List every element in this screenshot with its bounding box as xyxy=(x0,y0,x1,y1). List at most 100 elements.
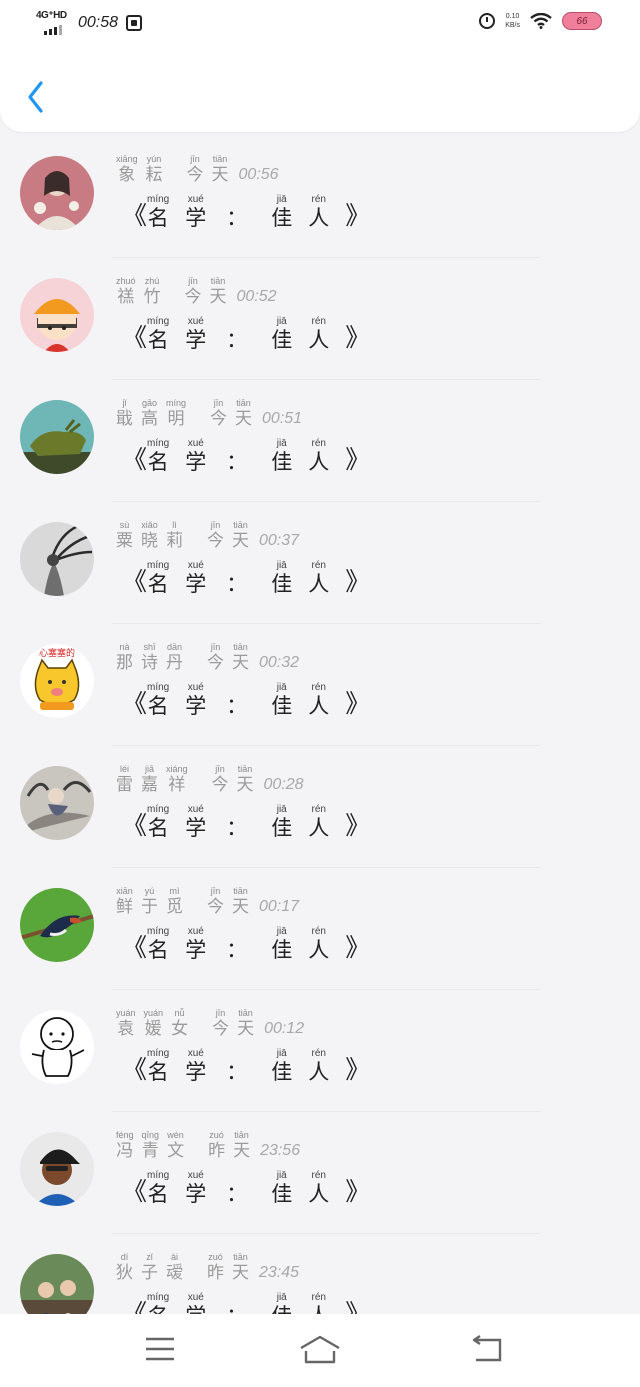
back-nav-button[interactable] xyxy=(470,1334,504,1368)
post-title[interactable]: 《míng名xué学：jiā佳rén人》 xyxy=(122,682,370,719)
title-char: míng名 xyxy=(147,316,169,353)
pinyin-annotation: rén xyxy=(311,560,326,571)
hanzi-char: 诗 xyxy=(141,653,158,673)
pinyin-annotation: dān xyxy=(166,642,183,652)
title-char: jiā佳 xyxy=(271,1292,292,1314)
pinyin-annotation: tiān xyxy=(233,642,248,652)
post-time: 00:32 xyxy=(259,654,300,671)
pinyin-annotation: gāo xyxy=(141,398,158,408)
post-title[interactable]: 《míng名xué学：jiā佳rén人》 xyxy=(122,438,370,475)
bronze-ox-statue-avatar[interactable] xyxy=(20,400,94,474)
title-char: míng名 xyxy=(147,804,169,841)
list-item[interactable]: xiān 鲜 yú 于 mì 觅 jīn 今 tiān 天 00:17 《 míng 名 xué 学 ： jiā 佳… xyxy=(0,868,640,990)
title-char: míng名 xyxy=(147,194,169,231)
hanzi-char: 名 xyxy=(147,328,169,352)
list-item[interactable]: zhuó 禚 zhú 竹 jīn 今 tiān 天 00:52 《 míng 名 xué 学 ： jiā 佳 ré… xyxy=(0,258,640,380)
page-header xyxy=(0,50,640,132)
pinyin-annotation: nà xyxy=(119,642,130,652)
chibi-maruko-avatar[interactable] xyxy=(20,278,94,352)
list-item[interactable]: yuán 袁 yuán 媛 nǚ 女 jīn 今 tiān 天 00:12 《 míng 名 xué 学： ji… xyxy=(0,990,640,1112)
item-meta: yuán 袁 yuán 媛 nǚ 女 jīn 今 tiān 天 00:12 xyxy=(116,1008,304,1039)
baby-sketch-avatar[interactable] xyxy=(20,1010,94,1084)
pinyin-annotation: xué xyxy=(187,682,204,693)
post-title[interactable]: 《míng名xué学：jiā佳rén人》 xyxy=(122,1170,370,1207)
title-char: xué学 xyxy=(185,1292,206,1314)
pinyin-annotation: jiā xyxy=(276,560,287,571)
post-title[interactable]: 《míng名xué学：jiā佳rén人》 xyxy=(122,560,370,597)
pinyin-annotation: rén xyxy=(311,1048,326,1059)
author-name-char: jiā 嘉 xyxy=(141,764,158,795)
author-name-char: féng 冯 xyxy=(116,1130,134,1161)
hanzi-char: 耘 xyxy=(145,165,163,185)
pinyin-annotation: míng xyxy=(147,682,170,693)
pinyin-annotation: jiā xyxy=(144,764,154,774)
couple-photo-avatar[interactable] xyxy=(20,1254,94,1314)
hanzi-char: 象 xyxy=(118,165,136,185)
hanzi-char: 丹 xyxy=(166,653,183,673)
list-item[interactable]: sù 粟 xiǎo 晓 lì 莉 jīn 今 tiān 天 00:37 《 míng 名 xué 学 ： jiā 佳… xyxy=(0,502,640,624)
painted-warrior-avatar[interactable] xyxy=(20,766,94,840)
pinyin-annotation: míng xyxy=(147,194,170,205)
post-day-char: jīn 今 xyxy=(207,520,224,551)
item-meta: zhuó 禚 zhú 竹 jīn 今 tiān 天 00:52 xyxy=(116,276,277,307)
post-day-char: jīn 今 xyxy=(210,398,227,429)
post-title[interactable]: 《míng名xué学：jiā佳rén人》 xyxy=(122,1292,370,1314)
post-title[interactable]: 《míng名xué学：jiā佳rén人》 xyxy=(122,926,370,963)
title-char: míng名 xyxy=(147,1292,169,1314)
hanzi-char: 佳 xyxy=(271,572,293,596)
hanzi-char: 学 xyxy=(185,694,207,718)
close-bracket: 》 xyxy=(345,1177,371,1206)
title-char: jiā佳 xyxy=(271,438,292,475)
post-day-char: jīn 今 xyxy=(207,642,224,673)
hanzi-char: 佳 xyxy=(271,816,293,840)
hanzi-char: 文 xyxy=(167,1141,185,1161)
hanzi-char: 佳 xyxy=(271,328,293,352)
author-name-char: qīng 青 xyxy=(142,1130,160,1161)
hanzi-char: 人 xyxy=(308,206,330,230)
post-title[interactable]: 《míng名xué学：jiā佳rén人》 xyxy=(122,316,370,353)
title-char: míng名 xyxy=(147,926,169,963)
author-name-char: xiān 鲜 xyxy=(116,886,133,917)
pinyin-annotation: jīn xyxy=(190,154,200,164)
title-char: rén人 xyxy=(308,1048,329,1085)
list-item[interactable]: jǐ 戢 gāo 高 míng 明 jīn 今 tiān 天 00:51 《 míng 名 xué 学： jiā… xyxy=(0,380,640,502)
pinyin-annotation: dí xyxy=(120,1252,129,1262)
post-title[interactable]: 《míng名xué学：jiā佳rén人》 xyxy=(122,1048,370,1085)
hanzi-char: 学 xyxy=(185,938,207,962)
home-icon xyxy=(300,1335,340,1364)
post-time: 00:28 xyxy=(263,776,304,793)
title-char: rén人 xyxy=(308,1170,329,1207)
man-in-cap-avatar[interactable] xyxy=(20,1132,94,1206)
post-title[interactable]: 《míng名xué学：jiā佳rén人》 xyxy=(122,804,370,841)
author-name-char: zhú 竹 xyxy=(144,276,161,307)
menu-button[interactable] xyxy=(144,1334,176,1368)
home-button[interactable] xyxy=(298,1334,342,1370)
post-time: 23:45 xyxy=(259,1264,300,1281)
hanzi-char: 晓 xyxy=(141,531,158,551)
hanzi-char: 学 xyxy=(185,1060,207,1084)
open-bracket: 《 xyxy=(122,567,148,596)
speed-unit: KB/s xyxy=(505,22,520,29)
post-time: 23:56 xyxy=(260,1142,301,1159)
author-name-char: xiāng 象 xyxy=(116,154,138,185)
list-item[interactable]: féng 冯 qīng 青 wén 文 zuó 昨 tiān 天 23:56 《 míng 名 xué 学 ： j… xyxy=(0,1112,640,1234)
title-colon: ： xyxy=(226,572,248,596)
hanzi-char: 天 xyxy=(235,409,253,429)
pinyin-annotation: jīn xyxy=(215,1008,226,1018)
hanzi-char: 佳 xyxy=(271,1182,293,1206)
list-item[interactable]: dí狄 zǐ子 ài叆 zuó昨 tiān天 23:45 《míng名 xué学 ： jiā佳 ré… xyxy=(0,1234,640,1314)
swallow-bird-avatar[interactable] xyxy=(20,888,94,962)
list-item[interactable]: xiāng 象 yún 耘 jīn 今 tiān 天 00:56 《 míng 名 xué 学： jiā 佳 r… xyxy=(0,136,640,258)
author-name-char: xiǎo 晓 xyxy=(141,520,158,551)
woman-with-flowers-avatar[interactable] xyxy=(20,156,94,230)
back-button[interactable] xyxy=(22,78,52,118)
windblown-hair-avatar[interactable] xyxy=(20,522,94,596)
pinyin-annotation: shī xyxy=(143,642,156,652)
hanzi-char: 天 xyxy=(232,531,249,551)
item-meta: xiān 鲜 yú 于 mì 觅 jīn 今 tiān 天 00:17 xyxy=(116,886,299,917)
list-item[interactable]: 心塞塞的 nà 那 shī 诗 dān 丹 jīn 今 tiān 天 00:32 《 míng 名 xué 学 ：… xyxy=(0,624,640,746)
post-time: 00:37 xyxy=(259,532,300,549)
list-item[interactable]: léi 雷 jiā 嘉 xiáng 祥 jīn 今 tiān 天 00:28 《 míng 名 xué 学： j… xyxy=(0,746,640,868)
post-title[interactable]: 《míng名xué学：jiā佳rén人》 xyxy=(122,194,370,231)
yellow-cat-cartoon-avatar[interactable]: 心塞塞的 xyxy=(20,644,94,718)
